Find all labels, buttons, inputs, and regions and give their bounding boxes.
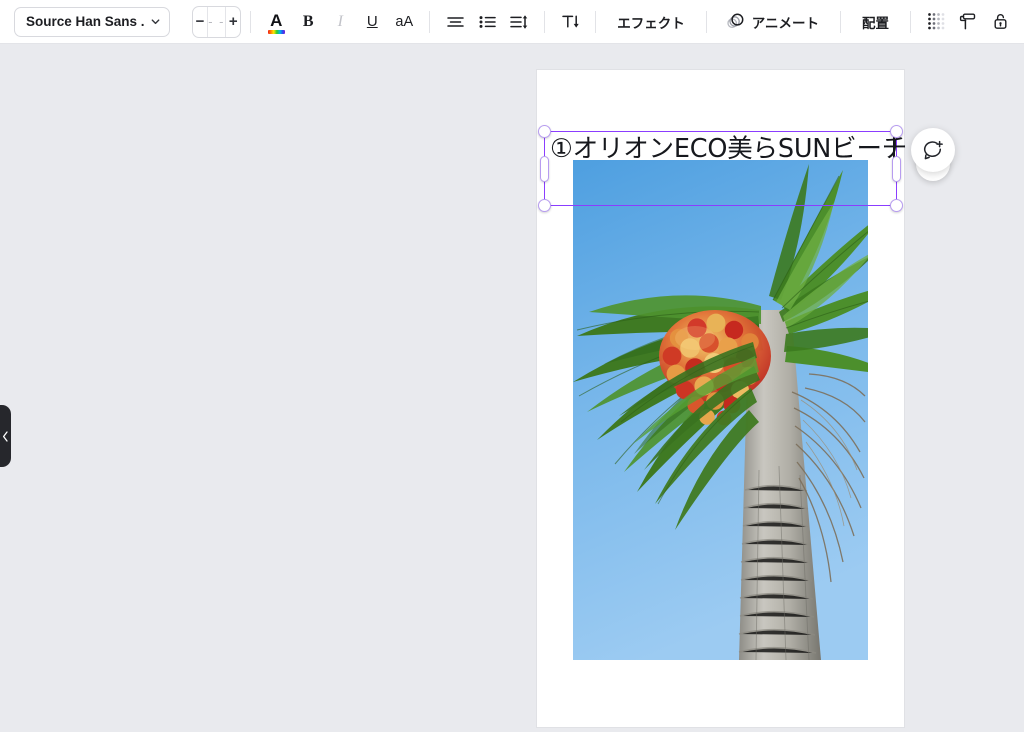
- resize-handle-middle-right[interactable]: [892, 155, 901, 182]
- letter-case-icon: aA: [395, 13, 414, 30]
- font-size-input[interactable]: - -: [206, 6, 227, 37]
- text-color-button[interactable]: A: [260, 6, 292, 38]
- resize-handle-bottom-left[interactable]: [538, 199, 551, 212]
- chevron-down-icon: [151, 19, 160, 25]
- vertical-text-button[interactable]: [554, 6, 586, 38]
- text-toolbar: Source Han Sans ... − - - + A B I U aA エ…: [0, 0, 1024, 44]
- toolbar-divider: [595, 10, 597, 33]
- font-size-decrease-button[interactable]: −: [193, 7, 207, 37]
- underline-icon: U: [366, 13, 378, 30]
- text-color-swatch: [267, 29, 285, 34]
- text-align-button[interactable]: [439, 6, 471, 38]
- line-spacing-button[interactable]: [503, 6, 535, 38]
- unlocked-padlock-icon: [993, 14, 1007, 29]
- add-comment-icon: [923, 140, 943, 160]
- font-family-select[interactable]: Source Han Sans ...: [14, 6, 170, 37]
- vertical-text-icon: [562, 15, 579, 28]
- toolbar-divider: [705, 10, 707, 33]
- resize-handle-top-right[interactable]: [890, 125, 903, 138]
- font-size-stepper: − - - +: [192, 5, 242, 38]
- line-spacing-icon: [510, 15, 528, 28]
- underline-button[interactable]: U: [356, 6, 388, 38]
- selected-text-element[interactable]: ①オリオンECO美らSUNビーチ: [538, 125, 907, 212]
- animate-icon: [727, 13, 744, 29]
- font-family-value: Source Han Sans ...: [26, 14, 144, 29]
- position-button[interactable]: 配置: [850, 6, 901, 38]
- toolbar-divider: [429, 10, 431, 33]
- resize-handle-middle-left[interactable]: [540, 155, 549, 182]
- copy-style-button[interactable]: [952, 6, 984, 38]
- editor-canvas[interactable]: ①オリオンECO美らSUNビーチ: [0, 44, 1024, 732]
- text-color-letter: A: [270, 10, 283, 30]
- bullet-list-icon: [479, 15, 496, 28]
- bullet-list-button[interactable]: [471, 6, 503, 38]
- toolbar-divider: [250, 10, 252, 33]
- palm-tree-photo: [573, 160, 868, 660]
- text-element-content[interactable]: ①オリオンECO美らSUNビーチ: [550, 131, 907, 167]
- resize-handle-bottom-right[interactable]: [890, 199, 903, 212]
- position-label: 配置: [862, 15, 889, 31]
- transparency-icon: [927, 13, 944, 30]
- chevron-left-icon: [2, 430, 8, 442]
- page-image[interactable]: [573, 160, 868, 660]
- italic-icon: I: [337, 12, 343, 30]
- add-comment-button[interactable]: [911, 128, 955, 172]
- bold-button[interactable]: B: [292, 6, 324, 38]
- font-size-increase-button[interactable]: +: [226, 7, 240, 37]
- toolbar-divider: [910, 10, 911, 33]
- animate-button[interactable]: アニメート: [716, 6, 831, 38]
- bold-icon: B: [302, 12, 314, 30]
- resize-handle-top-left[interactable]: [538, 125, 551, 138]
- paint-roller-icon: [959, 13, 975, 30]
- toolbar-divider: [840, 10, 841, 33]
- effects-button[interactable]: エフェクト: [605, 6, 697, 38]
- side-panel-toggle[interactable]: [0, 405, 11, 467]
- lock-button[interactable]: [984, 6, 1016, 38]
- toolbar-divider: [544, 10, 546, 33]
- italic-button[interactable]: I: [324, 6, 356, 38]
- text-align-icon: [447, 16, 464, 27]
- animate-label: アニメート: [751, 15, 819, 31]
- letter-case-button[interactable]: aA: [388, 6, 420, 38]
- effects-label: エフェクト: [617, 15, 685, 31]
- transparency-button[interactable]: [920, 6, 952, 38]
